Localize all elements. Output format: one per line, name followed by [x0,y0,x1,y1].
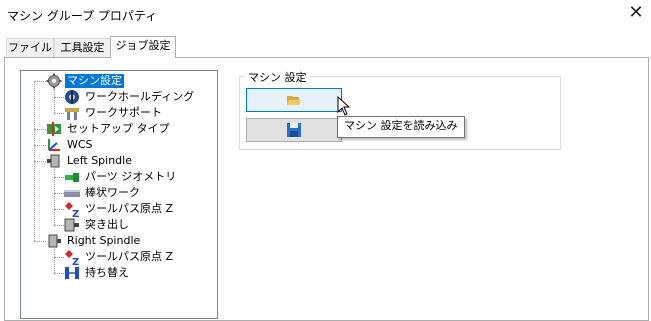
tree-item-wcs[interactable]: WCS [46,137,95,153]
stickout-icon [64,217,80,233]
tree-item-transfer[interactable]: 持ち替え [64,265,131,281]
tree-line [34,129,46,130]
toolpath-origin-icon: Z [64,201,80,220]
tree-item-label: マシン設定 [65,74,124,88]
tree-item-label: パーツ ジオメトリ [85,170,177,183]
tab-tool-settings[interactable]: 工具設定 [54,38,111,57]
toolpath-origin-icon: Z [64,249,80,268]
tree-item-label: 突き出し [85,218,129,231]
save-icon [286,122,302,138]
close-icon[interactable]: ✕ [624,2,648,26]
wcs-axes-icon [46,137,62,153]
tree-item-label: 棒状ワーク [85,186,140,199]
tab-job-settings[interactable]: ジョブ設定 [110,36,176,58]
spindle-icon [46,153,62,169]
tree-line [54,113,64,114]
mouse-cursor-icon [337,95,351,119]
tree-item-label: ツールパス原点 Z [85,202,174,215]
tree-line [34,81,46,82]
machine-settings-group-title: マシン 設定 [245,69,310,85]
tree-line [54,209,64,210]
tree-item-label: ワークサポート [85,106,162,119]
spindle-icon [46,233,62,249]
setup-type-icon [46,121,62,137]
gear-icon [46,73,62,89]
tree-line [54,193,64,194]
tree-line [34,241,46,242]
tooltip: マシン 設定を読み込み [337,116,465,138]
part-geometry-icon [64,169,80,185]
svg-text:Z: Z [72,257,79,265]
tree-item-machine-settings[interactable]: マシン設定 [46,73,124,89]
tree-item-left-spindle[interactable]: Left Spindle [46,153,134,169]
tree-item-setup-type[interactable]: セットアップ タイプ [46,121,172,137]
tree-line [34,145,46,146]
tree-line [54,97,64,98]
bar-stock-icon [64,185,80,201]
worksupport-icon [64,105,80,121]
tree-line [54,177,64,178]
tree-item-part-geometry[interactable]: パーツ ジオメトリ [64,169,178,185]
tree-item-label: セットアップ タイプ [67,122,170,135]
tree-line [54,273,64,274]
title-bar: マシン グループ プロパティ ✕ [0,0,651,30]
tree-item-workholding[interactable]: ワークホールディング [64,89,196,105]
tree-item-label: WCS [67,138,93,151]
tree-line [54,89,55,113]
transfer-icon [64,265,80,281]
tree-item-right-spindle[interactable]: Right Spindle [46,233,142,249]
tree-item-label: ツールパス原点 Z [85,250,174,263]
tree-item-toolpath-origin-z-right[interactable]: Z ツールパス原点 Z [64,249,175,268]
tree-line [34,161,46,162]
tab-file[interactable]: ファイル [6,38,54,57]
tree-item-bar-stock[interactable]: 棒状ワーク [64,185,142,201]
window-title: マシン グループ プロパティ [7,9,158,23]
tree-item-label: 持ち替え [85,266,129,279]
tree-item-label: Left Spindle [67,154,132,167]
tree-item-label: ワークホールディング [85,90,195,103]
tree-item-stickout[interactable]: 突き出し [64,217,131,233]
tree-view[interactable]: マシン設定 ワークホールディング ワークサポート セットアップ タイプ WCS … [20,70,218,319]
workholding-icon [64,89,80,105]
load-machine-settings-button[interactable] [246,88,342,112]
tree-line [54,257,64,258]
svg-text:Z: Z [72,209,79,217]
save-machine-settings-button[interactable] [246,118,342,142]
tree-line [54,225,64,226]
tree-item-toolpath-origin-z-left[interactable]: Z ツールパス原点 Z [64,201,175,220]
folder-open-icon [286,92,302,108]
tree-item-label: Right Spindle [67,234,141,247]
tree-line [54,249,55,273]
tree-item-work-support[interactable]: ワークサポート [64,105,164,121]
